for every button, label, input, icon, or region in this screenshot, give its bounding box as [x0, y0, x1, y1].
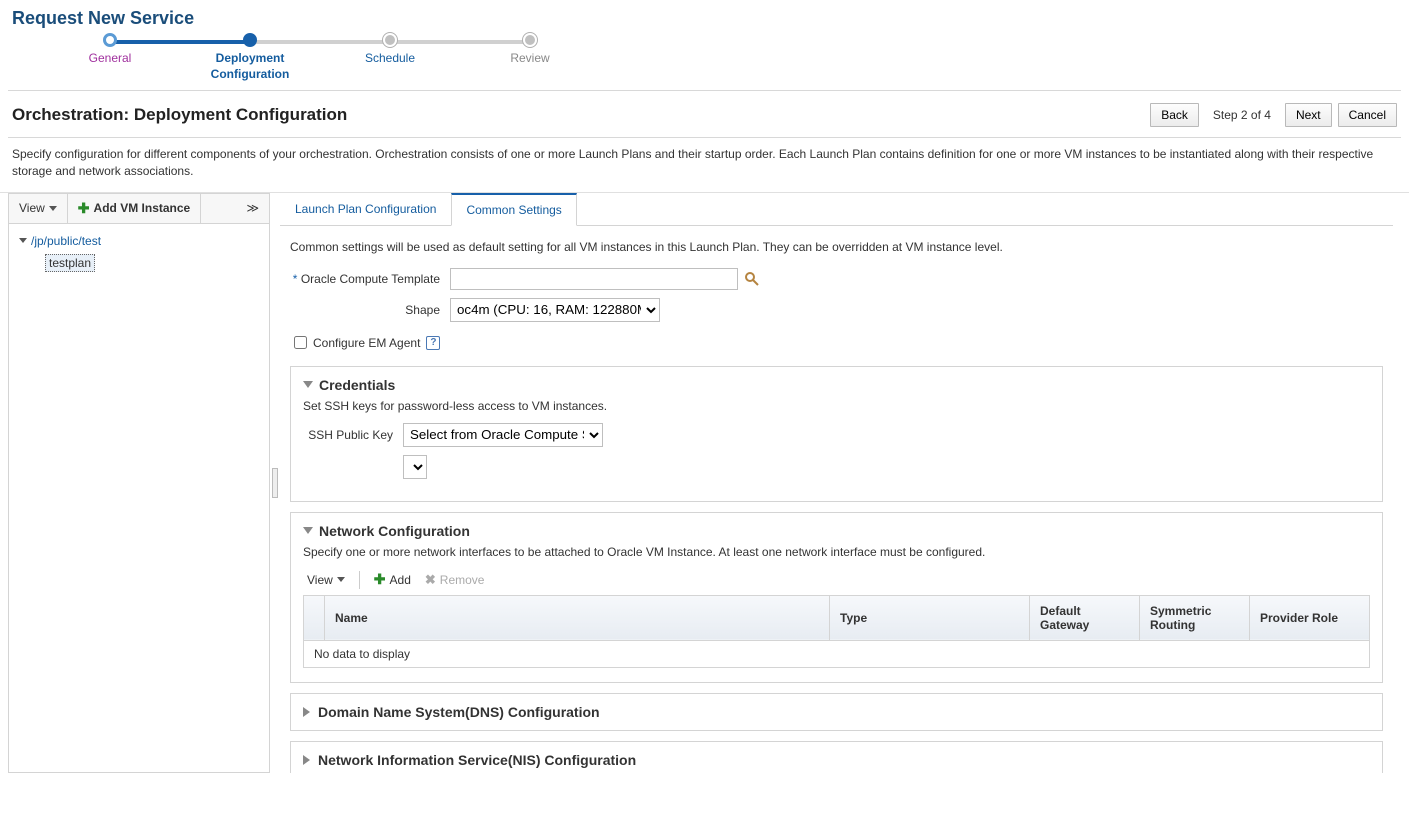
- step-dot-active-icon: [243, 33, 257, 47]
- title-bar: Orchestration: Deployment Configuration …: [0, 91, 1409, 137]
- configure-em-checkbox[interactable]: [294, 336, 307, 349]
- tabs: Launch Plan Configuration Common Setting…: [280, 193, 1393, 226]
- tab-launch-plan[interactable]: Launch Plan Configuration: [280, 193, 451, 226]
- step-dot-icon: [523, 33, 537, 47]
- ssh-public-key-select[interactable]: Select from Oracle Compute Site: [403, 423, 603, 447]
- chevron-down-icon: [49, 206, 57, 211]
- common-desc: Common settings will be used as default …: [290, 240, 1383, 254]
- step-dot-done-icon: [103, 33, 117, 47]
- col-type[interactable]: Type: [830, 595, 1030, 640]
- splitter-handle[interactable]: [270, 193, 280, 773]
- panel-dns[interactable]: Domain Name System(DNS) Configuration: [290, 693, 1383, 731]
- cancel-button[interactable]: Cancel: [1338, 103, 1397, 127]
- col-provider[interactable]: Provider Role: [1250, 595, 1370, 640]
- network-toolbar: View ✚ Add ✖ Remove: [303, 565, 1370, 595]
- view-menu[interactable]: View: [9, 195, 67, 221]
- plus-icon: ✚: [78, 200, 90, 217]
- wizard-step-schedule[interactable]: Schedule: [320, 33, 460, 67]
- network-table: Name Type Default Gateway Symmetric Rout…: [303, 595, 1370, 668]
- expand-button[interactable]: ≫: [236, 195, 269, 221]
- expand-icon: [303, 707, 310, 717]
- intro-text: Specify configuration for different comp…: [0, 138, 1409, 193]
- table-empty-row: No data to display: [304, 640, 1370, 667]
- sidebar: View ✚ Add VM Instance ≫ /jp/public/test…: [8, 193, 270, 773]
- main-content: Launch Plan Configuration Common Setting…: [280, 193, 1409, 773]
- table-header-row: Name Type Default Gateway Symmetric Rout…: [304, 595, 1370, 640]
- wizard-step-general[interactable]: General: [40, 33, 180, 67]
- title-actions: Back Step 2 of 4 Next Cancel: [1150, 103, 1397, 127]
- ssh-secondary-select[interactable]: [403, 455, 427, 479]
- page-header: Request New Service: [0, 0, 1409, 33]
- col-select: [304, 595, 325, 640]
- sidebar-toolbar: View ✚ Add VM Instance ≫: [9, 194, 269, 224]
- network-view-menu[interactable]: View: [307, 573, 345, 587]
- section-title: Orchestration: Deployment Configuration: [12, 105, 347, 125]
- step-dot-icon: [383, 33, 397, 47]
- credentials-desc: Set SSH keys for password-less access to…: [303, 399, 1370, 413]
- back-button[interactable]: Back: [1150, 103, 1199, 127]
- step-label: DeploymentConfiguration: [211, 51, 290, 82]
- row-configure-em: Configure EM Agent ?: [290, 330, 1383, 356]
- expand-icon: [303, 755, 310, 765]
- tree-root[interactable]: /jp/public/test: [19, 232, 259, 250]
- step-indicator: Step 2 of 4: [1205, 104, 1279, 126]
- add-vm-instance-button[interactable]: ✚ Add VM Instance: [67, 194, 201, 223]
- col-routing[interactable]: Symmetric Routing: [1140, 595, 1250, 640]
- expand-icon: [19, 238, 27, 243]
- chevron-down-icon: [337, 577, 345, 582]
- required-icon: *: [293, 272, 298, 286]
- col-name[interactable]: Name: [325, 595, 830, 640]
- lookup-icon[interactable]: [744, 271, 760, 287]
- next-button[interactable]: Next: [1285, 103, 1332, 127]
- panel-network: Network Configuration Specify one or mor…: [290, 512, 1383, 683]
- tab-common-settings[interactable]: Common Settings: [451, 193, 576, 226]
- wizard-step-review[interactable]: Review: [460, 33, 600, 67]
- collapse-icon[interactable]: [303, 381, 313, 388]
- oracle-compute-template-input[interactable]: [450, 268, 738, 290]
- row-template: * Oracle Compute Template: [290, 268, 1383, 290]
- collapse-icon[interactable]: [303, 527, 313, 534]
- remove-icon: ✖: [425, 572, 436, 588]
- help-icon[interactable]: ?: [426, 336, 440, 350]
- shape-select[interactable]: oc4m (CPU: 16, RAM: 122880MB): [450, 298, 660, 322]
- col-gateway[interactable]: Default Gateway: [1030, 595, 1140, 640]
- wizard-step-deployment[interactable]: DeploymentConfiguration: [180, 33, 320, 82]
- tree: /jp/public/test testplan: [9, 224, 269, 280]
- panel-nis[interactable]: Network Information Service(NIS) Configu…: [290, 741, 1383, 773]
- row-shape: Shape oc4m (CPU: 16, RAM: 122880MB): [290, 298, 1383, 322]
- panel-credentials: Credentials Set SSH keys for password-le…: [290, 366, 1383, 502]
- plus-icon: ✚: [374, 571, 386, 588]
- network-remove-button: ✖ Remove: [425, 572, 485, 588]
- tree-leaf-testplan[interactable]: testplan: [45, 254, 95, 272]
- page-title: Request New Service: [12, 8, 1397, 29]
- network-add-button[interactable]: ✚ Add: [374, 571, 411, 588]
- network-desc: Specify one or more network interfaces t…: [303, 545, 1370, 559]
- wizard-steps: General DeploymentConfiguration Schedule…: [0, 33, 1409, 90]
- chevron-double-right-icon: ≫: [246, 201, 259, 215]
